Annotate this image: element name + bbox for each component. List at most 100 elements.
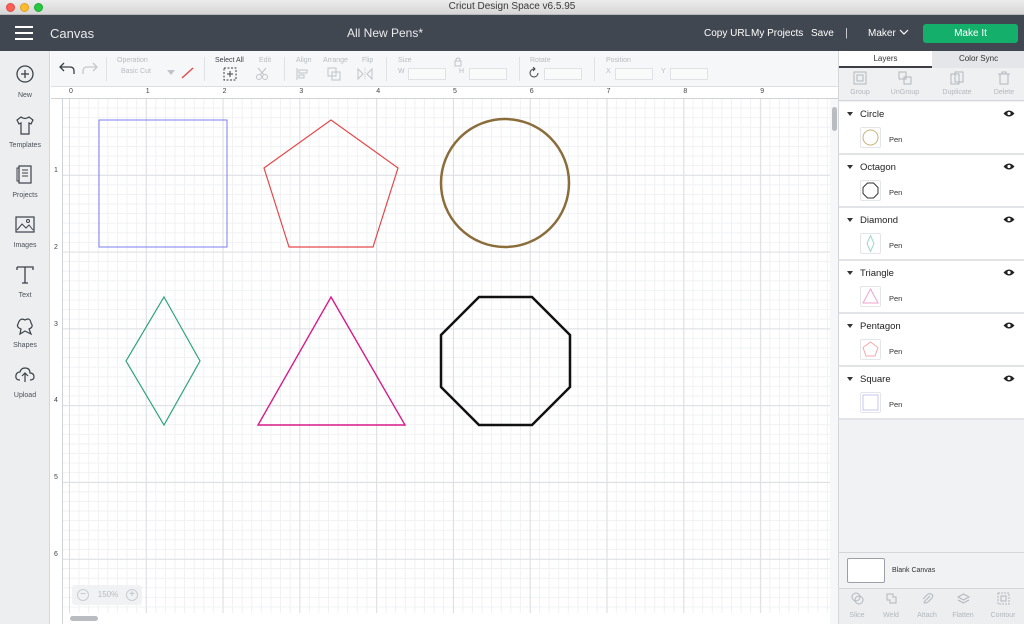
flatten-icon: [956, 593, 970, 604]
caret-down-icon[interactable]: [847, 324, 853, 328]
duplicate-icon: [950, 71, 964, 85]
sidebar-item-projects[interactable]: Projects: [0, 163, 50, 207]
layer-pentagon[interactable]: Pentagon Pen: [839, 314, 1024, 367]
sidebar-item-templates[interactable]: Templates: [0, 113, 50, 157]
duplicate-button[interactable]: Duplicate: [937, 71, 977, 96]
y-position-input[interactable]: [670, 68, 708, 80]
ruler-left-label: 3: [54, 320, 58, 328]
sidebar-item-label: Images: [13, 242, 37, 249]
ruler-top-label: 6: [529, 88, 534, 95]
layer-linetype: Pen: [889, 294, 903, 303]
caret-down-icon[interactable]: [847, 165, 853, 169]
plus-circle-icon: [16, 65, 34, 83]
blank-canvas-row[interactable]: Blank Canvas: [839, 552, 1024, 588]
edit-label: Edit: [259, 57, 272, 64]
pos-y-label: Y: [661, 68, 666, 75]
circle-shape[interactable]: [439, 117, 571, 249]
layer-diamond[interactable]: Diamond Pen: [839, 208, 1024, 261]
window-title: Cricut Design Space v6.5.95: [448, 1, 576, 12]
my-projects-link[interactable]: My Projects: [751, 28, 803, 39]
diamond-shape[interactable]: [125, 295, 201, 427]
chevron-down-icon[interactable]: [167, 70, 175, 76]
eye-icon[interactable]: [1003, 374, 1015, 383]
bottom-toolbar: Slice Weld Attach Flatten Contour: [839, 588, 1024, 624]
weld-button[interactable]: Weld: [873, 592, 909, 619]
vertical-scrollbar[interactable]: [830, 99, 838, 624]
rotate-label: Rotate: [530, 57, 551, 64]
caret-down-icon[interactable]: [847, 218, 853, 222]
select-all-icon[interactable]: [223, 67, 237, 81]
upload-icon: [15, 367, 35, 382]
triangle-shape[interactable]: [256, 295, 407, 426]
caret-down-icon[interactable]: [847, 377, 853, 381]
horizontal-scroll-thumb[interactable]: [70, 616, 98, 621]
projects-icon: [16, 165, 32, 184]
sidebar-item-label: Shapes: [13, 342, 37, 349]
make-it-button[interactable]: Make It: [923, 24, 1018, 43]
sidebar-item-new[interactable]: New: [0, 63, 50, 107]
vertical-scroll-thumb[interactable]: [832, 107, 837, 131]
zoom-in-button[interactable]: +: [126, 589, 138, 601]
blank-canvas-label: Blank Canvas: [892, 567, 936, 574]
sidebar-item-upload[interactable]: Upload: [0, 363, 50, 407]
shapes-icon: [16, 318, 33, 336]
eye-icon[interactable]: [1003, 109, 1015, 118]
flip-icon[interactable]: [357, 67, 373, 81]
layer-octagon[interactable]: Octagon Pen: [839, 155, 1024, 208]
align-icon[interactable]: [296, 67, 312, 81]
square-shape[interactable]: [98, 119, 228, 248]
canvas-shapes: [98, 117, 572, 427]
save-link[interactable]: Save: [811, 28, 834, 39]
pen-linetype-icon[interactable]: [180, 66, 196, 80]
scissors-icon[interactable]: [255, 67, 271, 81]
sidebar-item-label: New: [17, 92, 32, 99]
ruler-top: 0 1 2 3 4 5 6 7 8 9: [51, 87, 838, 99]
sidebar-item-shapes[interactable]: Shapes: [0, 313, 50, 357]
undo-icon[interactable]: [59, 61, 75, 75]
octagon-shape[interactable]: [439, 295, 572, 427]
eye-icon[interactable]: [1003, 162, 1015, 171]
operation-select[interactable]: Basic Cut: [121, 68, 151, 80]
redo-icon[interactable]: [82, 61, 98, 75]
caret-down-icon[interactable]: [847, 112, 853, 116]
layer-name: Diamond: [860, 215, 899, 226]
slice-button[interactable]: Slice: [839, 592, 875, 619]
sidebar-item-text[interactable]: Text: [0, 263, 50, 307]
eye-icon[interactable]: [1003, 268, 1015, 277]
ruler-top-label: 8: [683, 88, 688, 95]
copy-url-link[interactable]: Copy URL: [704, 28, 750, 39]
tab-color-sync[interactable]: Color Sync: [932, 51, 1024, 68]
flatten-button[interactable]: Flatten: [945, 592, 981, 619]
attach-button[interactable]: Attach: [909, 592, 945, 619]
eye-icon[interactable]: [1003, 215, 1015, 224]
ruler-left-label: 6: [54, 551, 58, 558]
blank-canvas-swatch[interactable]: [847, 558, 885, 583]
width-input[interactable]: [408, 68, 446, 80]
lock-icon[interactable]: [453, 57, 463, 67]
layer-circle[interactable]: Circle Pen: [839, 102, 1024, 155]
sidebar-item-label: Projects: [12, 192, 38, 199]
rotate-input[interactable]: [544, 68, 582, 80]
delete-button[interactable]: Delete: [984, 71, 1024, 96]
zoom-out-button[interactable]: −: [77, 589, 89, 601]
height-input[interactable]: [469, 68, 507, 80]
x-position-input[interactable]: [615, 68, 653, 80]
tab-layers[interactable]: Layers: [839, 51, 932, 68]
group-button[interactable]: Group: [840, 71, 880, 96]
ungroup-button[interactable]: UnGroup: [885, 71, 925, 96]
machine-selector[interactable]: Maker: [868, 28, 896, 39]
size-h-label: H: [459, 68, 465, 75]
layer-square[interactable]: Square Pen: [839, 367, 1024, 420]
chevron-down-icon[interactable]: [899, 27, 909, 40]
rotate-icon[interactable]: [528, 67, 540, 79]
layer-triangle[interactable]: Triangle Pen: [839, 261, 1024, 314]
design-canvas[interactable]: [63, 99, 830, 613]
contour-button[interactable]: Contour: [985, 592, 1021, 619]
layer-thumbnail: [860, 392, 881, 413]
eye-icon[interactable]: [1003, 321, 1015, 330]
ruler-left-label: 5: [54, 474, 58, 482]
sidebar-item-images[interactable]: Images: [0, 213, 50, 257]
arrange-icon[interactable]: [327, 67, 343, 81]
caret-down-icon[interactable]: [847, 271, 853, 275]
pentagon-shape[interactable]: [263, 119, 399, 248]
